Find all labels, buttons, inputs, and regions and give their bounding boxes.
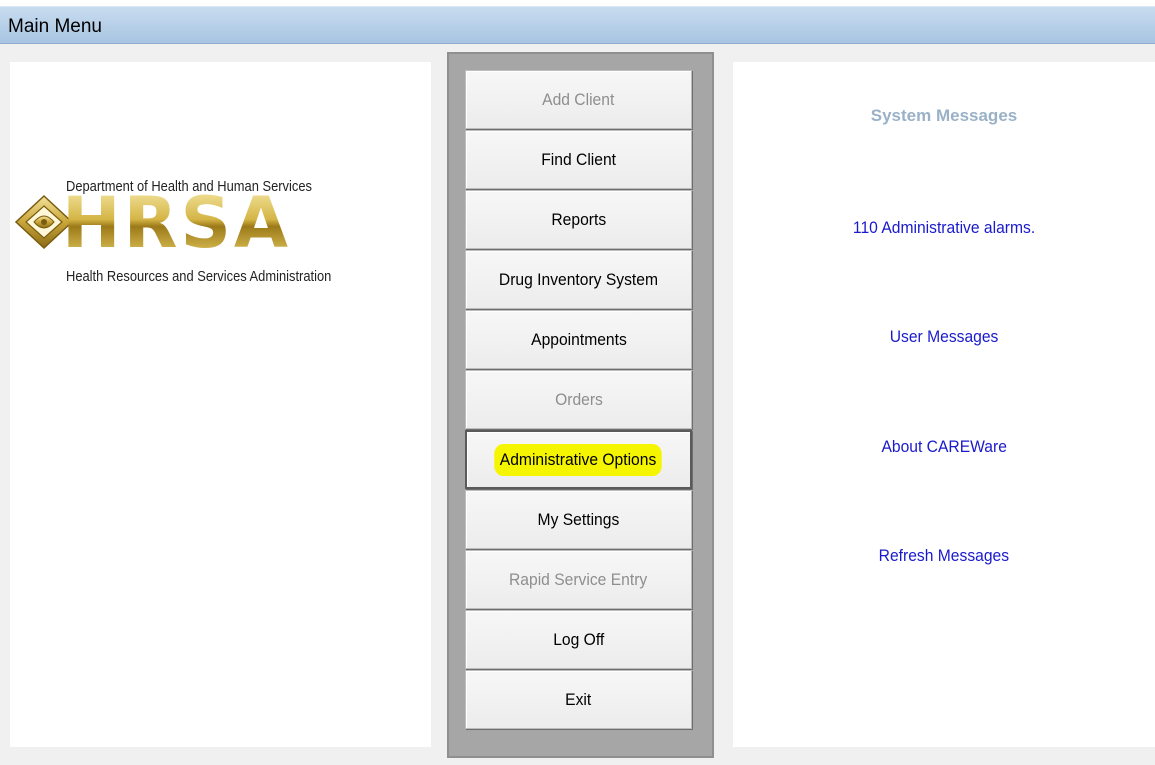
menu-button-panel: Add Client Find Client Reports Drug Inve… [447, 52, 714, 758]
system-messages-panel: System Messages 110 Administrative alarm… [733, 62, 1155, 747]
window-title: Main Menu [8, 16, 102, 37]
log-off-button[interactable]: Log Off [465, 610, 692, 669]
reports-button[interactable]: Reports [465, 190, 692, 249]
my-settings-button[interactable]: My Settings [465, 490, 692, 549]
administrative-options-button[interactable]: Administrative Options [465, 430, 692, 489]
logo-panel: Department of Health and Human Services … [10, 62, 431, 747]
exit-button[interactable]: Exit [465, 670, 692, 729]
refresh-messages-link[interactable]: Refresh Messages [733, 546, 1155, 566]
user-messages-link[interactable]: User Messages [733, 327, 1155, 347]
drug-inventory-system-button[interactable]: Drug Inventory System [465, 250, 692, 309]
main-menu-window: Department of Health and Human Services … [0, 44, 1155, 765]
orders-button[interactable]: Orders [465, 370, 692, 429]
find-client-button[interactable]: Find Client [465, 130, 692, 189]
administrative-alarms-link[interactable]: 110 Administrative alarms. [733, 218, 1155, 238]
about-careware-link[interactable]: About CAREWare [733, 437, 1155, 457]
rapid-service-entry-button[interactable]: Rapid Service Entry [465, 550, 692, 609]
add-client-button[interactable]: Add Client [465, 70, 692, 129]
system-messages-title: System Messages [870, 106, 1018, 125]
window-titlebar: Main Menu [0, 6, 1155, 44]
logo-wordmark: HRSA [62, 182, 292, 264]
hrsa-logo: Department of Health and Human Services … [14, 172, 434, 302]
logo-full-name: Health Resources and Services Administra… [66, 268, 332, 285]
appointments-button[interactable]: Appointments [465, 310, 692, 369]
